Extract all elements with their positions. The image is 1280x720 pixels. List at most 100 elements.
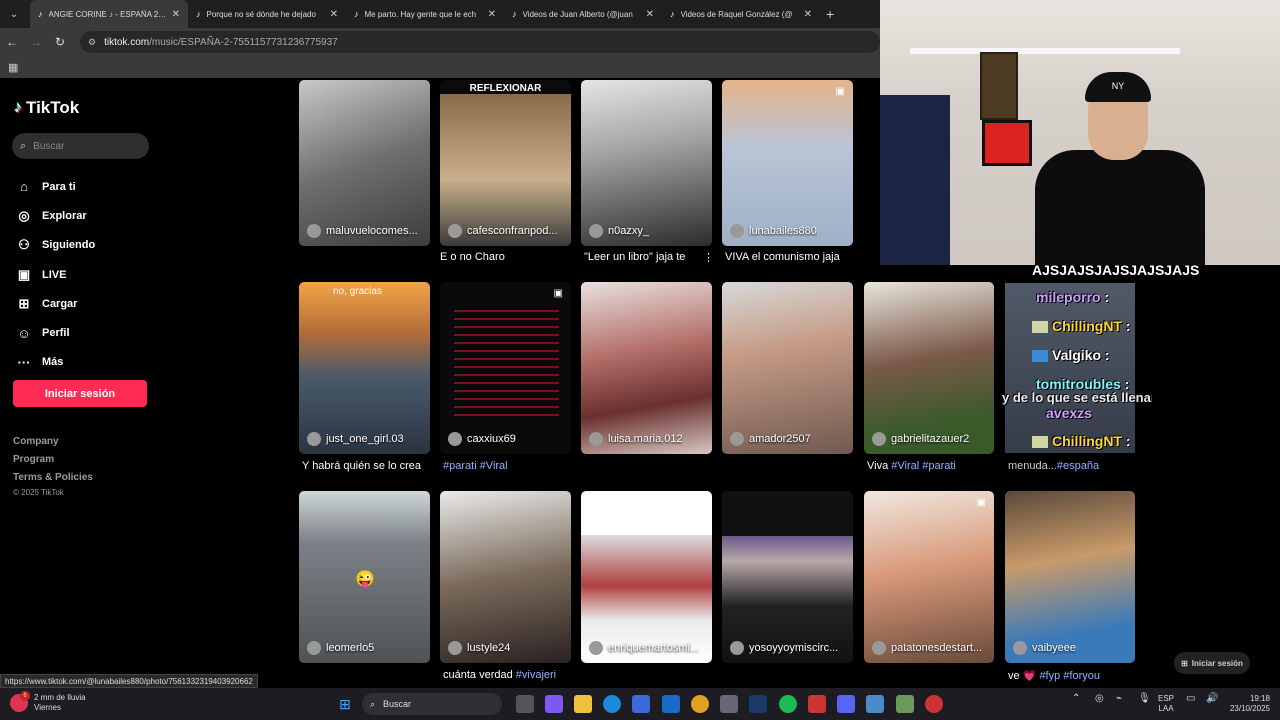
language-indicator[interactable]: ESP LAA xyxy=(1158,694,1174,714)
avatar xyxy=(730,641,744,655)
video-user[interactable]: lustyle24 xyxy=(448,641,510,655)
footer-company[interactable]: Company xyxy=(13,436,59,447)
store-icon[interactable] xyxy=(632,695,650,713)
tab-4[interactable]: ♪ Videos de Raquel González (@ ✕ xyxy=(662,0,820,28)
video-user[interactable]: caxxiux69 xyxy=(448,432,516,446)
video-card[interactable]: REFLEXIONAR cafesconfranpod... xyxy=(440,80,571,246)
copilot-icon[interactable] xyxy=(545,695,563,713)
video-caption[interactable]: Viva #Viral #parati xyxy=(867,460,997,472)
video-user[interactable]: leomerlo5 xyxy=(307,641,374,655)
video-user[interactable]: gabrielitazauer2 xyxy=(872,432,969,446)
nav-item-siguiendo[interactable]: ⚇ Siguiendo xyxy=(14,231,95,260)
footer-program[interactable]: Program xyxy=(13,454,54,465)
apps-grid-icon[interactable]: ▦ xyxy=(8,61,18,74)
video-caption[interactable]: #parati #Viral xyxy=(443,460,574,472)
back-icon[interactable]: ← xyxy=(0,35,24,49)
new-tab-button[interactable]: + xyxy=(826,6,834,22)
reload-icon[interactable]: ↻ xyxy=(48,35,72,49)
url-field[interactable]: ⚙ tiktok.com/music/ESPAÑA-2-7551157731236… xyxy=(80,31,880,53)
tab-3[interactable]: ♪ Videos de Juan Alberto (@juan ✕ xyxy=(504,0,662,28)
task-view-icon[interactable] xyxy=(516,695,534,713)
tab-0[interactable]: ♪ ANGIE CORINE ♪ - ESPAÑA 2 | T ✕ xyxy=(30,0,188,28)
close-icon[interactable]: ✕ xyxy=(646,9,654,20)
video-user[interactable]: enriquemartosml... xyxy=(589,641,699,655)
caption-hashtags[interactable]: #Viral #parati xyxy=(891,460,956,472)
video-user[interactable]: cafesconfranpod... xyxy=(448,224,558,238)
nav-item-mas[interactable]: ··· Más xyxy=(14,348,95,377)
close-icon[interactable]: ✕ xyxy=(488,9,496,20)
video-caption[interactable]: VIVA el comunismo jaja xyxy=(725,251,856,263)
video-caption[interactable]: Y habrá quién se lo crea xyxy=(302,460,433,472)
tray-chevron-icon[interactable]: ⌃ xyxy=(1072,694,1080,704)
video-caption[interactable]: E o no Charo xyxy=(440,251,571,263)
video-user[interactable]: lunabailes880 xyxy=(730,224,817,238)
video-card[interactable]: luisa.maria.012 xyxy=(581,282,712,454)
nav-item-live[interactable]: ▣ LIVE xyxy=(14,260,95,289)
nav-item-perfil[interactable]: ☺ Perfil xyxy=(14,318,95,347)
caption-hashtags[interactable]: #parati #Viral xyxy=(443,460,508,472)
video-user[interactable]: maluvuelocomes... xyxy=(307,224,418,238)
close-icon[interactable]: ✕ xyxy=(330,9,338,20)
obs-icon[interactable] xyxy=(925,695,943,713)
caption-hashtags[interactable]: #vivajeri xyxy=(516,669,556,681)
microphone-icon[interactable]: 🎙 xyxy=(1138,694,1151,704)
video-card[interactable]: maluvuelocomes... xyxy=(299,80,430,246)
video-card[interactable]: 😜 leomerlo5 xyxy=(299,491,430,663)
video-card[interactable]: no, gracias just_one_girl.03 xyxy=(299,282,430,454)
display-icon[interactable]: ▭ xyxy=(1186,694,1195,704)
edge-icon[interactable] xyxy=(603,695,621,713)
tray-app-icon[interactable]: ⌁ xyxy=(1116,694,1122,704)
clock[interactable]: 19:18 23/10/2025 xyxy=(1226,694,1270,714)
volume-icon[interactable]: 🔊 xyxy=(1206,694,1218,704)
video-caption[interactable]: "Leer un libro" jaja te xyxy=(584,251,709,263)
weather-widget[interactable]: 6 2 mm de lluvia Viernes xyxy=(10,691,86,713)
file-explorer-icon[interactable] xyxy=(574,695,592,713)
steam-icon[interactable] xyxy=(749,695,767,713)
taskbar-search[interactable]: ⌕ Buscar xyxy=(362,693,502,715)
nav-item-explorar[interactable]: ◎ Explorar xyxy=(14,201,95,230)
app-icon[interactable] xyxy=(866,695,884,713)
tab-1[interactable]: ♪ Porque no sé dónde he dejado ✕ xyxy=(188,0,346,28)
discord-icon[interactable] xyxy=(837,695,855,713)
video-user[interactable]: yosoyyoymiscirc... xyxy=(730,641,838,655)
video-card[interactable]: yosoyyoymiscirc... xyxy=(722,491,853,663)
network-icon[interactable]: ◎ xyxy=(1095,694,1104,704)
video-card[interactable]: n0azxy_ xyxy=(581,80,712,246)
video-user[interactable]: luisa.maria.012 xyxy=(589,432,683,446)
tab-search-button[interactable]: ⌄ xyxy=(4,4,24,24)
video-caption[interactable]: cuánta verdad #vivajeri xyxy=(443,669,574,681)
outlook-icon[interactable] xyxy=(662,695,680,713)
video-user[interactable]: amador2507 xyxy=(730,432,811,446)
forward-icon[interactable]: → xyxy=(24,35,48,49)
chrome-icon[interactable] xyxy=(691,695,709,713)
app-icon[interactable] xyxy=(896,695,914,713)
video-card[interactable]: ▣ caxxiux69 xyxy=(440,282,571,454)
start-icon[interactable]: ⊞ xyxy=(336,695,354,713)
video-card[interactable]: gabrielitazauer2 xyxy=(864,282,994,454)
live-icon: ▣ xyxy=(17,266,31,282)
nav-item-cargar[interactable]: ⊞ Cargar xyxy=(14,289,95,318)
video-user[interactable]: n0azxy_ xyxy=(589,224,649,238)
close-icon[interactable]: ✕ xyxy=(172,9,180,20)
tab-2[interactable]: ♪ Me parto. Hay gente que le ech ✕ xyxy=(346,0,504,28)
nav-item-para-ti[interactable]: ⌂ Para ti xyxy=(14,172,95,201)
more-options-icon[interactable]: ⋮ xyxy=(703,251,717,264)
close-icon[interactable]: ✕ xyxy=(804,9,812,20)
search-input[interactable]: ⌕ Buscar xyxy=(12,133,149,159)
video-username: patatonesdestart... xyxy=(891,642,983,654)
floating-login-button[interactable]: ⊞ Iniciar sesión xyxy=(1174,652,1250,674)
tiktok-logo[interactable]: ♪ TikTok xyxy=(14,98,79,118)
footer-terms[interactable]: Terms & Policies xyxy=(13,472,93,483)
app-icon[interactable] xyxy=(808,695,826,713)
video-user[interactable]: patatonesdestart... xyxy=(872,641,982,655)
video-card[interactable]: lustyle24 xyxy=(440,491,571,663)
video-card[interactable]: ▣ patatonesdestart... xyxy=(864,491,994,663)
site-info-icon[interactable]: ⚙ xyxy=(88,37,96,48)
login-button[interactable]: Iniciar sesión xyxy=(13,380,147,407)
video-card[interactable]: amador2507 xyxy=(722,282,853,454)
spotify-icon[interactable] xyxy=(779,695,797,713)
video-user[interactable]: just_one_girl.03 xyxy=(307,432,404,446)
video-card[interactable]: ▣ lunabailes880 xyxy=(722,80,853,246)
settings-icon[interactable] xyxy=(720,695,738,713)
video-card[interactable]: ▣ enriquemartosml... xyxy=(581,491,712,663)
